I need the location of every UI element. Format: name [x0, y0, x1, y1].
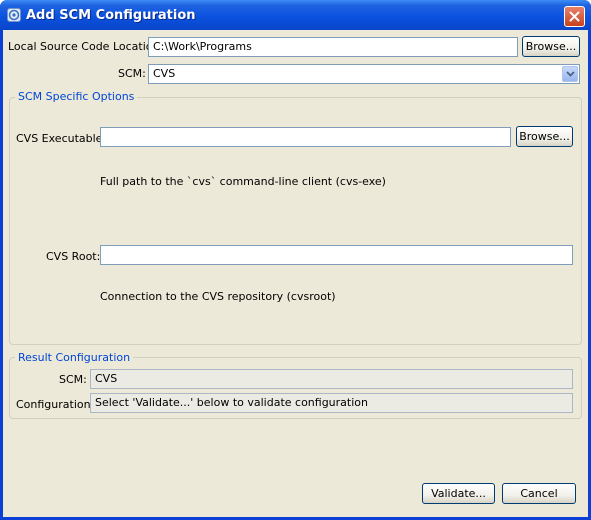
- cvs-root-input[interactable]: [100, 245, 573, 265]
- close-icon: [569, 11, 580, 22]
- scm-options-group-title: SCM Specific Options: [15, 90, 138, 103]
- scm-select[interactable]: CVS: [148, 64, 580, 84]
- local-source-input[interactable]: C:\Work\Programs: [148, 37, 518, 57]
- scm-label: SCM:: [118, 67, 146, 80]
- chevron-down-icon[interactable]: [562, 66, 578, 82]
- result-group-title: Result Configuration: [15, 351, 134, 364]
- cvs-executable-input[interactable]: [100, 127, 511, 147]
- close-button[interactable]: [564, 6, 585, 27]
- result-config-value: Select 'Validate...' below to validate c…: [90, 393, 573, 413]
- title-bar[interactable]: Add SCM Configuration: [0, 0, 591, 30]
- scm-selected-value: CVS: [153, 67, 176, 80]
- app-icon: [7, 8, 21, 22]
- local-source-label: Local Source Code Location:: [8, 40, 164, 53]
- window-title: Add SCM Configuration: [26, 8, 196, 23]
- cvs-executable-help: Full path to the `cvs` command-line clie…: [100, 175, 386, 188]
- dialog-content: Local Source Code Location: C:\Work\Prog…: [3, 30, 588, 517]
- cancel-button[interactable]: Cancel: [502, 483, 576, 504]
- result-scm-value: CVS: [90, 369, 573, 389]
- validate-button[interactable]: Validate...: [422, 483, 495, 504]
- result-scm-label: SCM:: [59, 373, 87, 386]
- cvs-executable-label: CVS Executable:: [16, 132, 107, 145]
- cvs-root-label: CVS Root:: [46, 250, 101, 263]
- cvs-root-help: Connection to the CVS repository (cvsroo…: [100, 290, 336, 303]
- local-browse-button[interactable]: Browse...: [522, 36, 580, 57]
- dialog-window: Add SCM Configuration Local Source Code …: [0, 0, 591, 520]
- cvs-browse-button[interactable]: Browse...: [516, 126, 573, 147]
- result-config-label: Configuration:: [16, 398, 95, 411]
